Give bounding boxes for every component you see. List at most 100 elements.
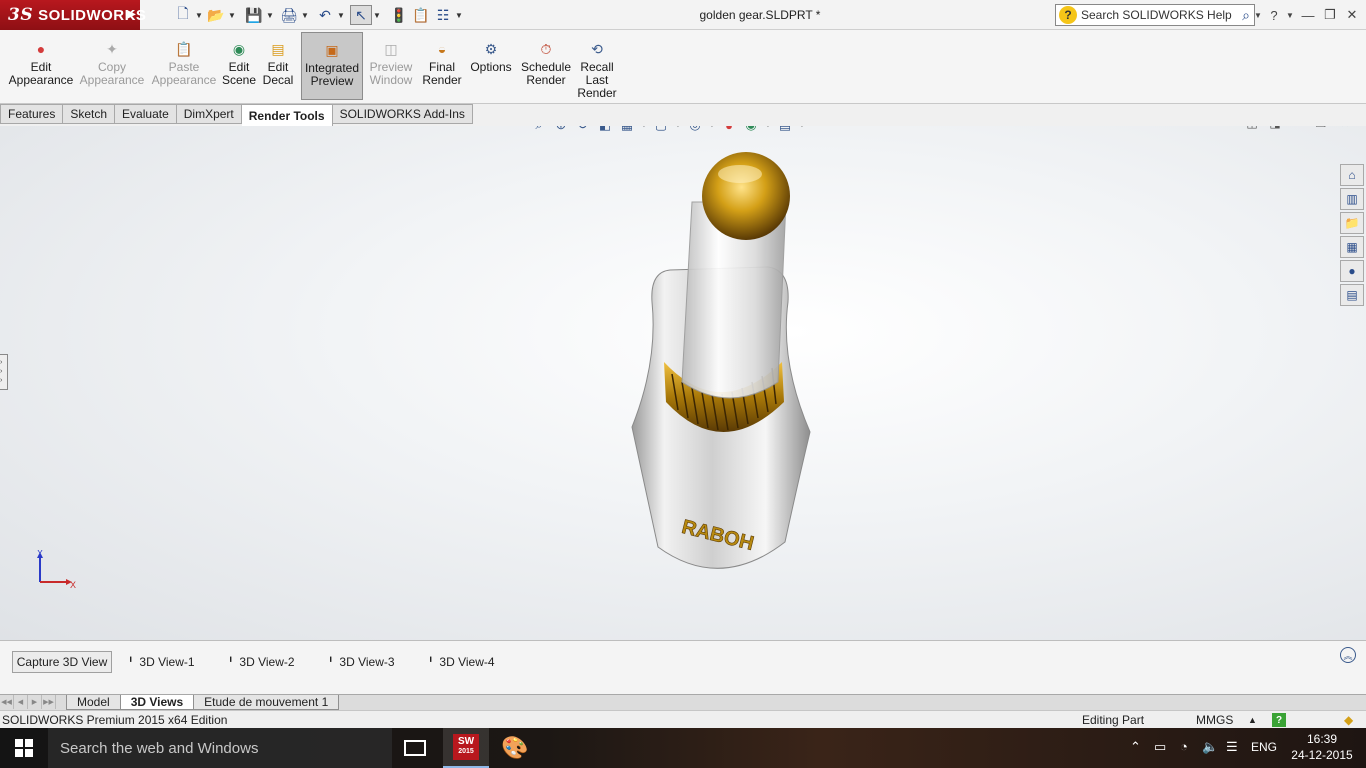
solidworks-taskbar-app[interactable]: SW 2015 <box>443 728 489 768</box>
viewport-restore-icon[interactable]: ❐ <box>1312 126 1330 131</box>
apply-scene-icon[interactable]: ◉ <box>742 126 760 134</box>
apply-scene-dropdown-icon[interactable]: ▼ <box>764 126 772 134</box>
rebuild-icon[interactable]: 🚦 <box>388 5 410 25</box>
viewport-minimize-icon[interactable]: — <box>1289 126 1307 131</box>
view-pin-icon: ╹ <box>328 656 334 667</box>
reference-triad: Y X <box>37 550 76 590</box>
battery-icon[interactable]: ▭ <box>1154 739 1166 755</box>
viewport-close-icon[interactable]: ✕ <box>1336 126 1354 131</box>
collapse-panel-icon[interactable]: ︽ <box>1340 647 1356 663</box>
options-icon[interactable]: ☷ <box>432 5 454 25</box>
rebuild-status-icon[interactable]: ◆ <box>1344 713 1353 727</box>
file-properties-icon[interactable]: 📋 <box>410 5 432 25</box>
bottom-tab-3d-views[interactable]: 3D Views <box>119 695 195 710</box>
open-folder-dropdown-icon[interactable]: ▼ <box>227 5 237 25</box>
solidworks-logo[interactable]: 3S SOLIDWORKS ▶ <box>0 0 146 30</box>
language-indicator[interactable]: ENG <box>1251 740 1277 754</box>
final-render-button[interactable]: ◒ Final Render <box>420 32 464 100</box>
appearances-scenes-decals-icon[interactable]: ● <box>1340 260 1364 282</box>
view-item[interactable]: ╹ 3D View-4 <box>428 655 495 669</box>
view-item[interactable]: ╹ 3D View-3 <box>328 655 395 669</box>
integrated-preview-button[interactable]: ▣ Integrated Preview <box>301 32 363 100</box>
decal-button[interactable]: ▤ Edit Decal <box>262 32 294 100</box>
windows-start-icon[interactable] <box>0 728 48 768</box>
tab-render-tools[interactable]: Render Tools <box>241 104 333 126</box>
edit-appearance-icon[interactable]: ● <box>720 126 738 134</box>
view-orientation-icon[interactable]: ▦ <box>618 126 636 134</box>
tile-view-icon[interactable]: ◨ <box>1266 126 1284 131</box>
zoom-to-fit-icon[interactable]: ⌕ <box>530 126 548 134</box>
taskbar-search-input[interactable]: Search the web and Windows <box>48 728 392 768</box>
paint-taskbar-app[interactable]: 🎨 <box>492 728 538 768</box>
custom-properties-icon[interactable]: ▤ <box>1340 284 1364 306</box>
tab-dimxpert[interactable]: DimXpert <box>176 104 242 124</box>
status-help-icon[interactable]: ? <box>1272 713 1286 727</box>
task-view-icon[interactable] <box>404 740 426 756</box>
graphics-area[interactable]: ⌕⊕↺◧▦▼▢▼◎▼●◉▼▤▼ ◫ ◨ — ❐ ✕ ››› ⌂▥📁▦●▤ <box>0 126 1366 640</box>
view-settings-dropdown-icon[interactable]: ▼ <box>798 126 806 134</box>
new-document-dropdown-icon[interactable]: ▼ <box>194 5 204 25</box>
last-tab-arrow-icon[interactable]: ▶▶ <box>42 695 56 709</box>
render-options-button[interactable]: ⚙ Options <box>466 32 516 100</box>
save-dropdown-icon[interactable]: ▼ <box>265 5 275 25</box>
hide-show-items-dropdown-icon[interactable]: ▼ <box>708 126 716 134</box>
display-style-icon[interactable]: ▢ <box>652 126 670 134</box>
display-style-dropdown-icon[interactable]: ▼ <box>674 126 682 134</box>
paste-appearance-button[interactable]: 📋 Paste Appearance <box>150 32 218 100</box>
solidworks-resources-icon[interactable]: ⌂ <box>1340 164 1364 186</box>
taskbar-clock[interactable]: 16:39 24-12-2015 <box>1290 731 1354 763</box>
split-view-icon[interactable]: ◫ <box>1243 126 1261 131</box>
tray-overflow-icon[interactable]: ⌃ <box>1130 739 1141 755</box>
open-folder-icon[interactable]: 📂 <box>205 5 227 25</box>
previous-view-icon[interactable]: ↺ <box>574 126 592 134</box>
view-orientation-dropdown-icon[interactable]: ▼ <box>640 126 648 134</box>
tab-sketch[interactable]: Sketch <box>63 104 116 124</box>
file-explorer-icon[interactable]: 📁 <box>1340 212 1364 234</box>
new-document-icon[interactable]: 🗋 <box>172 5 194 25</box>
bottom-tab-etude-de-mouvement-1[interactable]: Etude de mouvement 1 <box>193 695 340 710</box>
print-dropdown-icon[interactable]: ▼ <box>300 5 310 25</box>
view-item[interactable]: ╹ 3D View-2 <box>228 655 295 669</box>
menu-expand-icon[interactable]: ▶ <box>128 9 136 20</box>
hide-show-items-icon[interactable]: ◎ <box>686 126 704 134</box>
preview-window-button[interactable]: ◫ Preview Window <box>366 32 416 100</box>
prev-tab-arrow-icon[interactable]: ◀ <box>14 695 28 709</box>
design-library-icon[interactable]: ▥ <box>1340 188 1364 210</box>
units-dropdown-icon[interactable]: ▲ <box>1248 715 1257 725</box>
golden-gear-model[interactable]: RABOH <box>600 152 830 572</box>
print-icon[interactable]: 🖨 <box>278 5 300 25</box>
undo-dropdown-icon[interactable]: ▼ <box>336 5 346 25</box>
bottom-tab-model[interactable]: Model <box>66 695 121 710</box>
feature-tree-expander[interactable]: › › › <box>0 354 8 390</box>
copy-appearance-button[interactable]: ✦ Copy Appearance <box>80 32 145 100</box>
tab-evaluate[interactable]: Evaluate <box>115 104 177 124</box>
help-dropdown-icon[interactable]: ▼ <box>1280 6 1300 24</box>
tab-solidworks-add-ins[interactable]: SOLIDWORKS Add-Ins <box>332 104 473 124</box>
zoom-to-area-icon[interactable]: ⊕ <box>552 126 570 134</box>
next-tab-arrow-icon[interactable]: ▶ <box>28 695 42 709</box>
appearance-button[interactable]: ● Edit Appearance <box>8 32 74 100</box>
section-view-icon[interactable]: ◧ <box>596 126 614 134</box>
action-center-icon[interactable]: ☰ <box>1226 739 1238 755</box>
restore-icon[interactable]: ❐ <box>1320 6 1340 24</box>
capture-3d-view-button[interactable]: Capture 3D View <box>12 651 112 673</box>
tab-features[interactable]: Features <box>0 104 64 124</box>
view-settings-icon[interactable]: ▤ <box>776 126 794 134</box>
scene-button[interactable]: ◉ Edit Scene <box>222 32 256 100</box>
unit-system[interactable]: MMGS <box>1196 713 1233 727</box>
view-item[interactable]: ╹ 3D View-1 <box>128 655 195 669</box>
close-icon[interactable]: ✕ <box>1342 6 1362 24</box>
view-palette-icon[interactable]: ▦ <box>1340 236 1364 258</box>
select-cursor-dropdown-icon[interactable]: ▼ <box>372 5 382 25</box>
select-cursor-icon[interactable]: ↖ <box>350 5 372 25</box>
undo-icon[interactable]: ↶ <box>314 5 336 25</box>
wifi-icon[interactable]: ◔ <box>1180 739 1188 754</box>
first-tab-arrow-icon[interactable]: ◀◀ <box>0 695 14 709</box>
options-dropdown-icon[interactable]: ▼ <box>454 5 464 25</box>
volume-icon[interactable]: 🔈 <box>1202 739 1218 755</box>
recall-last-render-button[interactable]: ⟲ Recall Last Render <box>576 32 618 100</box>
help-search-input[interactable]: ? Search SOLIDWORKS Help ⌕ <box>1055 4 1255 26</box>
minimize-icon[interactable]: — <box>1298 6 1318 24</box>
save-icon[interactable]: 💾 <box>243 5 265 25</box>
schedule-render-button[interactable]: ⏱ Schedule Render <box>518 32 574 100</box>
